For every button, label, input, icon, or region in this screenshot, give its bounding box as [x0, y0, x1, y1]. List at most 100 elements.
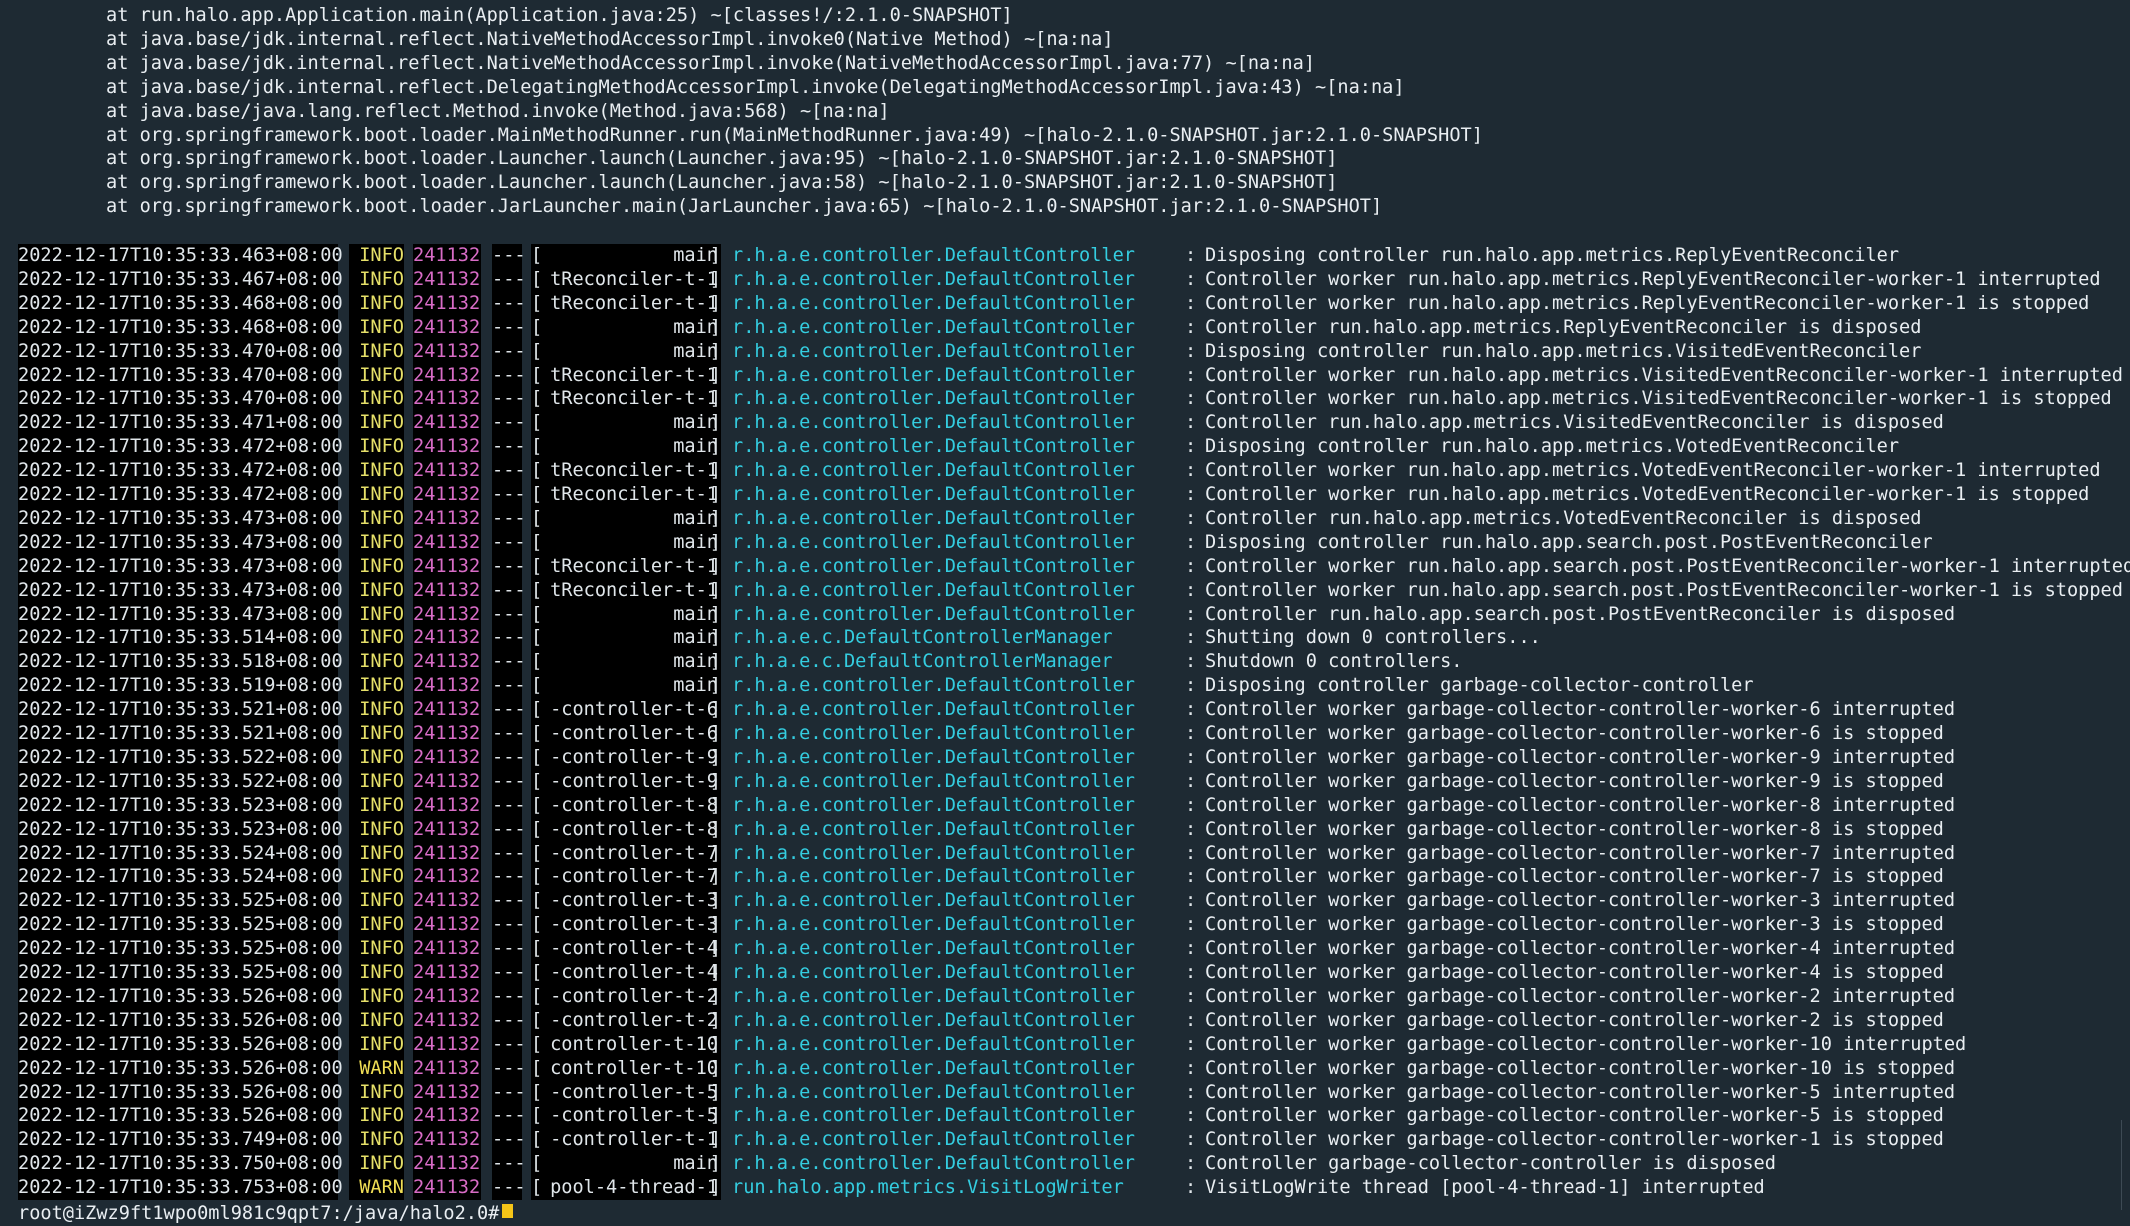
log-thread-name: main	[673, 245, 718, 266]
bracket-close: ]	[709, 794, 721, 816]
log-colon: :	[1185, 675, 1197, 697]
log-logger: r.h.a.e.controller.DefaultController	[732, 484, 1135, 505]
log-thread: [main]	[531, 244, 721, 268]
log-logger: r.h.a.e.controller.DefaultController	[732, 746, 1135, 768]
shell-prompt[interactable]: root@iZwz9ft1wpo0ml981c9qpt7:/java/halo2…	[18, 1202, 499, 1226]
log-thread-name: tReconciler-t-1	[550, 292, 718, 314]
log-pid: 241132	[413, 530, 481, 555]
log-separator: ---	[492, 291, 526, 316]
log-pid: 241132	[413, 291, 481, 316]
bracket-close: ]	[709, 746, 721, 768]
log-thread: [tReconciler-t-1]	[531, 554, 721, 579]
log-level: INFO	[349, 674, 404, 699]
log-message: Controller worker garbage-collector-cont…	[1205, 794, 1956, 816]
scrollbar[interactable]	[2121, 1120, 2130, 1210]
log-timestamp: 2022-12-17T10:35:33.473+08:00	[18, 530, 343, 555]
bracket-close: ]	[709, 555, 721, 577]
log-separator: ---	[492, 937, 526, 962]
log-row: 2022-12-17T10:35:33.524+08:00 INFO 241132-…	[0, 865, 2130, 890]
log-pid: 241132	[413, 1128, 481, 1153]
log-timestamp: 2022-12-17T10:35:33.525+08:00	[18, 937, 343, 962]
log-colon: :	[1185, 555, 1197, 577]
log-message: Controller worker garbage-collector-cont…	[1205, 985, 1956, 1007]
log-message: Controller worker garbage-collector-cont…	[1205, 842, 1956, 864]
log-thread-name: -controller-t-5	[550, 1105, 718, 1127]
bracket-close: ]	[709, 388, 721, 410]
log-level: INFO	[349, 745, 404, 770]
log-thread-name: main	[673, 603, 718, 625]
log-pid: 241132	[413, 1056, 481, 1081]
log-separator: ---	[492, 913, 526, 938]
log-timestamp: 2022-12-17T10:35:33.753+08:00	[18, 1176, 343, 1201]
log-thread: [-controller-t-4]	[531, 961, 721, 985]
log-separator: ---	[492, 554, 526, 579]
log-message: Controller worker garbage-collector-cont…	[1205, 1129, 1944, 1151]
stack-trace-line: at org.springframework.boot.loader.Launc…	[106, 148, 1338, 170]
bracket-close: ]	[709, 770, 721, 792]
log-logger: r.h.a.e.controller.DefaultController	[732, 507, 1135, 529]
log-thread: [tReconciler-t-1]	[531, 363, 721, 388]
log-pid: 241132	[413, 722, 481, 746]
log-separator: ---	[492, 793, 526, 818]
log-separator: ---	[492, 506, 526, 531]
log-logger: r.h.a.e.controller.DefaultController	[732, 268, 1135, 290]
log-level: INFO	[349, 961, 404, 985]
log-row: 2022-12-17T10:35:33.471+08:00 INFO 241132-…	[0, 411, 2130, 436]
log-timestamp: 2022-12-17T10:35:33.524+08:00	[18, 865, 343, 890]
log-colon: :	[1185, 484, 1197, 505]
terminal-output[interactable]: at run.halo.app.Application.main(Applica…	[0, 0, 2130, 1216]
log-colon: :	[1185, 723, 1197, 744]
log-timestamp: 2022-12-17T10:35:33.526+08:00	[18, 1008, 343, 1033]
log-level: INFO	[349, 363, 404, 388]
log-separator: ---	[492, 865, 526, 890]
log-message: Controller worker garbage-collector-cont…	[1205, 914, 1944, 936]
log-timestamp: 2022-12-17T10:35:33.526+08:00	[18, 1104, 343, 1129]
log-message: Controller worker garbage-collector-cont…	[1205, 746, 1956, 768]
log-level: INFO	[349, 793, 404, 818]
log-thread: [main]	[531, 339, 721, 364]
log-message: Controller worker garbage-collector-cont…	[1205, 818, 1944, 840]
log-message: Shutdown 0 controllers.	[1205, 651, 1463, 673]
log-timestamp: 2022-12-17T10:35:33.467+08:00	[18, 267, 343, 292]
log-message: Controller run.halo.app.search.post.Post…	[1205, 603, 1956, 625]
log-pid: 241132	[413, 1152, 481, 1177]
log-message: Disposing controller run.halo.app.metric…	[1205, 340, 1922, 362]
log-message: Controller worker run.halo.app.metrics.V…	[1205, 364, 2123, 386]
log-message: Disposing controller garbage-collector-c…	[1205, 675, 1754, 697]
log-logger: r.h.a.e.controller.DefaultController	[732, 460, 1135, 482]
log-message: Controller worker garbage-collector-cont…	[1205, 723, 1944, 744]
log-colon: :	[1185, 412, 1197, 434]
log-pid: 241132	[413, 267, 481, 292]
bracket-close: ]	[709, 699, 721, 721]
log-thread: [-controller-t-8]	[531, 817, 721, 842]
log-logger: run.halo.app.metrics.VisitLogWriter	[732, 1177, 1124, 1199]
log-thread-name: -controller-t-7	[550, 842, 718, 864]
log-logger: r.h.a.e.controller.DefaultController	[732, 531, 1135, 553]
log-separator: ---	[492, 889, 526, 914]
stack-trace-line: at java.base/java.lang.reflect.Method.in…	[106, 100, 890, 122]
log-separator: ---	[492, 626, 526, 651]
log-row: 2022-12-17T10:35:33.523+08:00 INFO 241132-…	[0, 817, 2130, 842]
log-pid: 241132	[413, 506, 481, 531]
log-colon: :	[1185, 1081, 1197, 1103]
log-timestamp: 2022-12-17T10:35:33.518+08:00	[18, 650, 343, 675]
stack-trace-line: at java.base/jdk.internal.reflect.Native…	[106, 28, 1114, 50]
log-timestamp: 2022-12-17T10:35:33.524+08:00	[18, 841, 343, 866]
log-pid: 241132	[413, 315, 481, 340]
log-separator: ---	[492, 674, 526, 699]
log-logger: r.h.a.e.controller.DefaultController	[732, 985, 1135, 1007]
log-logger: r.h.a.e.controller.DefaultController	[732, 1129, 1135, 1151]
stack-trace-line: at org.springframework.boot.loader.Launc…	[106, 172, 1338, 194]
log-colon: :	[1185, 1153, 1197, 1175]
log-pid: 241132	[413, 411, 481, 436]
log-message: Controller run.halo.app.metrics.ReplyEve…	[1205, 316, 1922, 338]
log-logger: r.h.a.e.controller.DefaultController	[732, 579, 1135, 601]
log-logger: r.h.a.e.controller.DefaultController	[732, 794, 1135, 816]
log-pid: 241132	[413, 1080, 481, 1105]
bracket-close: ]	[709, 436, 721, 458]
log-row: 2022-12-17T10:35:33.526+08:00 INFO 241132-…	[0, 984, 2130, 1009]
log-message: Controller worker garbage-collector-cont…	[1205, 1105, 1944, 1127]
log-thread-name: -controller-t-8	[550, 818, 718, 840]
bracket-close: ]	[709, 364, 721, 386]
log-pid: 241132	[413, 363, 481, 388]
